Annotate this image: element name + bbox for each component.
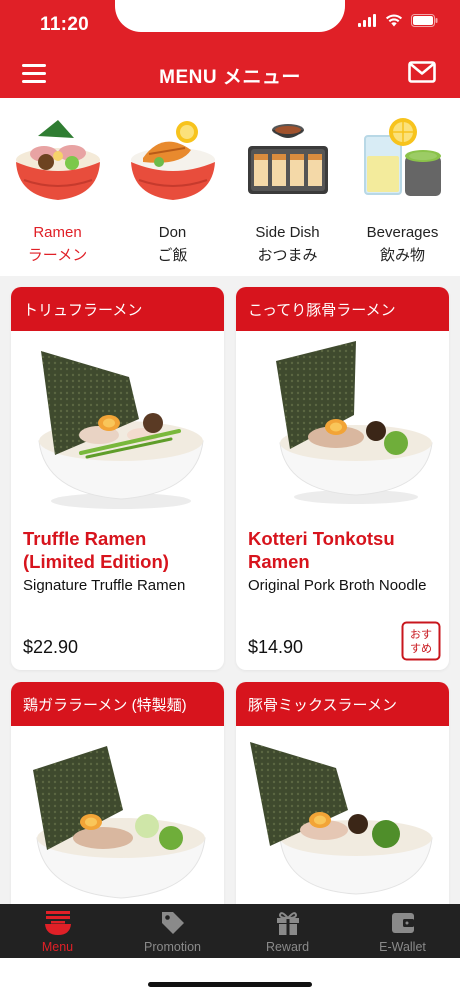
svg-text:すめ: すめ [410, 642, 432, 655]
category-side-dish[interactable]: Side Dish おつまみ [230, 98, 345, 276]
battery-icon [411, 14, 438, 27]
card-item-price: $22.90 [23, 637, 79, 657]
home-indicator-area [0, 958, 460, 996]
mail-icon [408, 61, 436, 83]
category-don[interactable]: Don ご飯 [115, 98, 230, 276]
home-indicator[interactable] [148, 982, 312, 987]
mail-button[interactable] [408, 61, 436, 88]
ramen-dish-image [250, 742, 433, 895]
menu-card-kotteri-tonkotsu[interactable]: こってり豚骨ラーメン Kotteri Tonkotsu Ramen Origin… [236, 287, 449, 670]
status-icons [358, 14, 438, 27]
category-bar: Ramen ラーメン Don ご飯 Side Dish おつまみ Beverag… [0, 98, 460, 276]
card-jp-title: こってり豚骨ラーメン [236, 287, 449, 331]
ramen-dish-image [276, 341, 433, 504]
gift-icon [276, 912, 299, 935]
recommended-stamp-icon: おす すめ [401, 621, 441, 661]
ramen-bowl-icon [16, 120, 100, 200]
category-label-en: Beverages [366, 224, 439, 241]
wallet-icon [391, 913, 414, 933]
nav-label: Promotion [144, 940, 201, 954]
category-label-en: Don [158, 224, 187, 241]
menu-card-chicken-ramen[interactable]: 鶏ガララーメン (特製麺) [11, 682, 224, 922]
don-bowl-icon [131, 121, 215, 200]
menu-card-tonkotsu-mix-ramen[interactable]: 豚骨ミックスラーメン [236, 682, 449, 922]
tag-icon [161, 912, 184, 934]
card-item-price: $14.90 [248, 637, 304, 657]
card-jp-title: 豚骨ミックスラーメン [236, 682, 449, 726]
card-item-name: Kotteri Tonkotsu Ramen [248, 528, 395, 572]
page-title: MENU メニュー [159, 67, 301, 88]
signal-icon [358, 14, 376, 27]
card-item-description: Signature Truffle Ramen [23, 577, 186, 594]
category-label-jp: 飲み物 [379, 247, 425, 264]
nav-e-wallet[interactable]: E-Wallet [345, 904, 460, 958]
nav-promotion[interactable]: Promotion [115, 904, 230, 958]
ramen-menu-icon [44, 911, 71, 935]
nav-label: Reward [265, 940, 310, 954]
app-header: 11:20 MENU メニュー [0, 0, 460, 98]
nav-label: Menu [41, 940, 74, 954]
bottom-navigation: Menu Promotion Reward E-Wallet [0, 904, 460, 958]
gyoza-icon [248, 124, 328, 194]
ramen-dish-image [33, 746, 206, 899]
category-label-jp: ラーメン [27, 247, 88, 264]
menu-card-truffle-ramen[interactable]: トリュフラーメン Truffle Ramen (Limited Edition)… [11, 287, 224, 670]
status-time: 11:20 [40, 14, 90, 35]
card-item-name: Truffle Ramen (Limited Edition) [23, 528, 169, 572]
category-ramen[interactable]: Ramen ラーメン [0, 98, 115, 276]
category-label-jp: ご飯 [157, 247, 188, 264]
ramen-dish-image [38, 351, 204, 509]
svg-text:おす: おす [410, 628, 432, 641]
category-beverages[interactable]: Beverages 飲み物 [345, 98, 460, 276]
card-item-description: Original Pork Broth Noodle [248, 577, 427, 594]
category-label-jp: おつまみ [257, 247, 318, 264]
category-label-en: Side Dish [255, 224, 320, 241]
nav-menu[interactable]: Menu [0, 904, 115, 958]
card-jp-title: 鶏ガララーメン (特製麺) [11, 682, 224, 726]
card-jp-title: トリュフラーメン [11, 287, 224, 331]
device-notch [115, 0, 345, 32]
category-label-en: Ramen [33, 224, 82, 241]
drinks-icon [364, 118, 441, 196]
nav-reward[interactable]: Reward [230, 904, 345, 958]
nav-label: E-Wallet [379, 940, 426, 954]
wifi-icon [385, 14, 403, 27]
